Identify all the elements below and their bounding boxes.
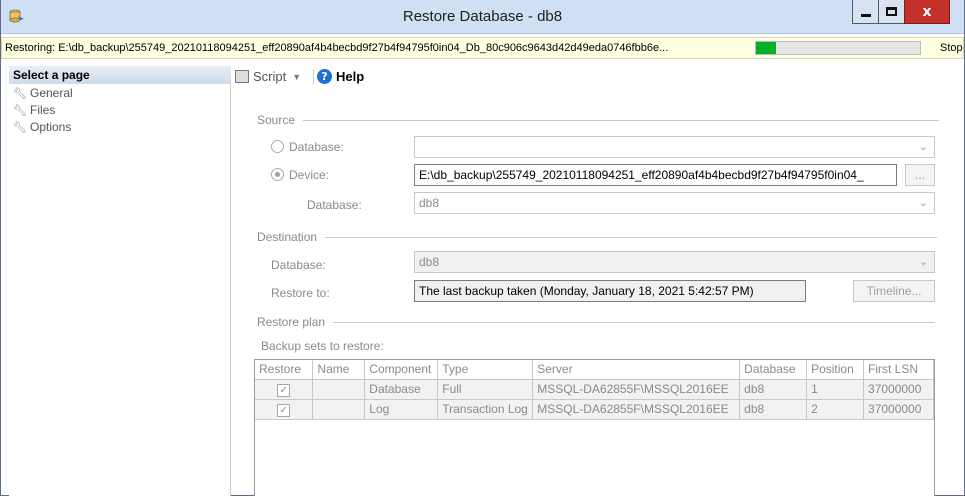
name-cell bbox=[312, 399, 366, 420]
column-header[interactable]: Type bbox=[437, 360, 534, 380]
restore-cell[interactable]: ✓ bbox=[255, 399, 314, 420]
close-button[interactable]: x bbox=[904, 0, 950, 24]
first-lsn-cell: 37000000 bbox=[863, 379, 934, 400]
chevron-down-icon: ⌄ bbox=[918, 140, 928, 153]
device-database-label: Database: bbox=[307, 198, 362, 212]
divider bbox=[325, 236, 938, 238]
component-cell: Database bbox=[364, 379, 439, 400]
restore-checkbox[interactable]: ✓ bbox=[277, 403, 291, 417]
minimize-icon bbox=[860, 14, 871, 17]
select-page-header: Select a page bbox=[9, 66, 231, 84]
column-header[interactable]: Database bbox=[739, 360, 808, 380]
chevron-down-icon: ⌄ bbox=[918, 196, 928, 209]
window-title: Restore Database - db8 bbox=[402, 8, 563, 25]
sidebar-item-files[interactable]: 🔧︎ Files bbox=[13, 102, 55, 118]
position-cell: 2 bbox=[806, 399, 865, 420]
divider bbox=[333, 321, 936, 323]
database-radio[interactable] bbox=[271, 140, 284, 153]
restore-cell[interactable]: ✓ bbox=[255, 379, 314, 400]
table-row[interactable]: ✓ Log Transaction Log MSSQL-DA62855F\MSS… bbox=[255, 399, 934, 420]
toolbar: Script ▼ ? Help bbox=[233, 66, 533, 88]
stop-link[interactable]: Stop bbox=[940, 42, 963, 54]
wrench-icon: 🔧︎ bbox=[13, 86, 27, 100]
column-header[interactable]: Position bbox=[806, 360, 865, 380]
toolbar-separator bbox=[313, 69, 314, 85]
table-header-row: Restore Name Component Type Server Datab… bbox=[255, 360, 934, 380]
chevron-down-icon: ▼ bbox=[292, 71, 302, 82]
component-cell: Log bbox=[364, 399, 439, 420]
device-database-value: db8 bbox=[419, 196, 440, 210]
backup-sets-table: Restore Name Component Type Server Datab… bbox=[255, 360, 934, 420]
database-cell: db8 bbox=[739, 399, 808, 420]
database-cell: db8 bbox=[739, 379, 808, 400]
restore-plan-section-header: Restore plan bbox=[257, 315, 936, 329]
browse-device-button[interactable]: ... bbox=[905, 164, 935, 186]
destination-section-header: Destination bbox=[257, 230, 938, 244]
restore-database-window: Restore Database - db8 x Restoring: E:\d… bbox=[0, 0, 965, 496]
device-path-field[interactable]: E:\db_backup\255749_20210118094251_eff20… bbox=[414, 164, 897, 186]
wrench-icon: 🔧︎ bbox=[13, 120, 27, 134]
script-button[interactable]: Script ▼ bbox=[235, 69, 301, 84]
restore-status-bar: Restoring: E:\db_backup\255749_202101180… bbox=[1, 37, 964, 59]
help-label: Help bbox=[336, 69, 365, 84]
script-label: Script bbox=[253, 69, 287, 84]
device-radio-label: Device: bbox=[289, 168, 330, 182]
sidebar-item-options[interactable]: 🔧︎ Options bbox=[13, 119, 71, 135]
column-header[interactable]: Server bbox=[532, 360, 741, 380]
source-section-header: Source bbox=[257, 113, 940, 127]
divider bbox=[303, 119, 940, 121]
table-row[interactable]: ✓ Database Full MSSQL-DA62855F\MSSQL2016… bbox=[255, 379, 934, 400]
sidebar-item-general[interactable]: 🔧︎ General bbox=[13, 85, 73, 101]
page-selector: Select a page 🔧︎ General 🔧︎ Files 🔧︎ Opt… bbox=[9, 66, 231, 496]
column-header[interactable]: Name bbox=[312, 360, 366, 380]
backup-sets-grid[interactable]: Restore Name Component Type Server Datab… bbox=[254, 359, 935, 496]
server-cell: MSSQL-DA62855F\MSSQL2016EE bbox=[532, 399, 741, 420]
server-cell: MSSQL-DA62855F\MSSQL2016EE bbox=[532, 379, 741, 400]
destination-section-label: Destination bbox=[257, 230, 318, 244]
maximize-button[interactable] bbox=[878, 0, 905, 24]
help-icon: ? bbox=[317, 69, 332, 84]
column-header[interactable]: First LSN bbox=[863, 360, 934, 380]
timeline-button[interactable]: Timeline... bbox=[853, 280, 935, 302]
title-bar[interactable]: Restore Database - db8 x bbox=[1, 0, 964, 34]
destination-database-label: Database: bbox=[271, 258, 326, 272]
sidebar-item-label: Options bbox=[30, 120, 72, 134]
maximize-icon bbox=[886, 7, 897, 16]
device-database-select[interactable]: db8 ⌄ bbox=[414, 192, 935, 214]
first-lsn-cell: 37000000 bbox=[863, 399, 934, 420]
restore-status-text: Restoring: E:\db_backup\255749_202101180… bbox=[5, 42, 669, 54]
progress-fill bbox=[756, 42, 776, 54]
destination-database-select[interactable]: db8 ⌄ bbox=[414, 251, 935, 273]
restore-progress-bar bbox=[755, 41, 921, 55]
destination-database-value: db8 bbox=[419, 255, 440, 269]
close-icon: x bbox=[922, 3, 932, 20]
column-header[interactable]: Component bbox=[364, 360, 439, 380]
restore-checkbox[interactable]: ✓ bbox=[277, 383, 291, 397]
column-header[interactable]: Restore bbox=[255, 360, 314, 380]
type-cell: Transaction Log bbox=[437, 399, 534, 420]
script-icon bbox=[235, 70, 249, 83]
database-radio-label: Database: bbox=[289, 140, 344, 154]
name-cell bbox=[312, 379, 366, 400]
sidebar-item-label: General bbox=[30, 86, 73, 100]
help-button[interactable]: ? Help bbox=[317, 69, 364, 84]
minimize-button[interactable] bbox=[852, 0, 879, 24]
restore-to-field: The last backup taken (Monday, January 1… bbox=[414, 280, 806, 302]
sidebar-item-label: Files bbox=[30, 103, 56, 117]
position-cell: 1 bbox=[806, 379, 865, 400]
restore-to-label: Restore to: bbox=[271, 286, 330, 300]
chevron-down-icon: ⌄ bbox=[918, 255, 928, 268]
source-section-label: Source bbox=[257, 113, 296, 127]
backup-sets-label: Backup sets to restore: bbox=[261, 339, 384, 353]
source-database-select[interactable]: ⌄ bbox=[414, 136, 935, 158]
restore-plan-section-label: Restore plan bbox=[257, 315, 326, 329]
wrench-icon: 🔧︎ bbox=[13, 103, 27, 117]
device-radio[interactable] bbox=[271, 168, 284, 181]
type-cell: Full bbox=[437, 379, 534, 400]
